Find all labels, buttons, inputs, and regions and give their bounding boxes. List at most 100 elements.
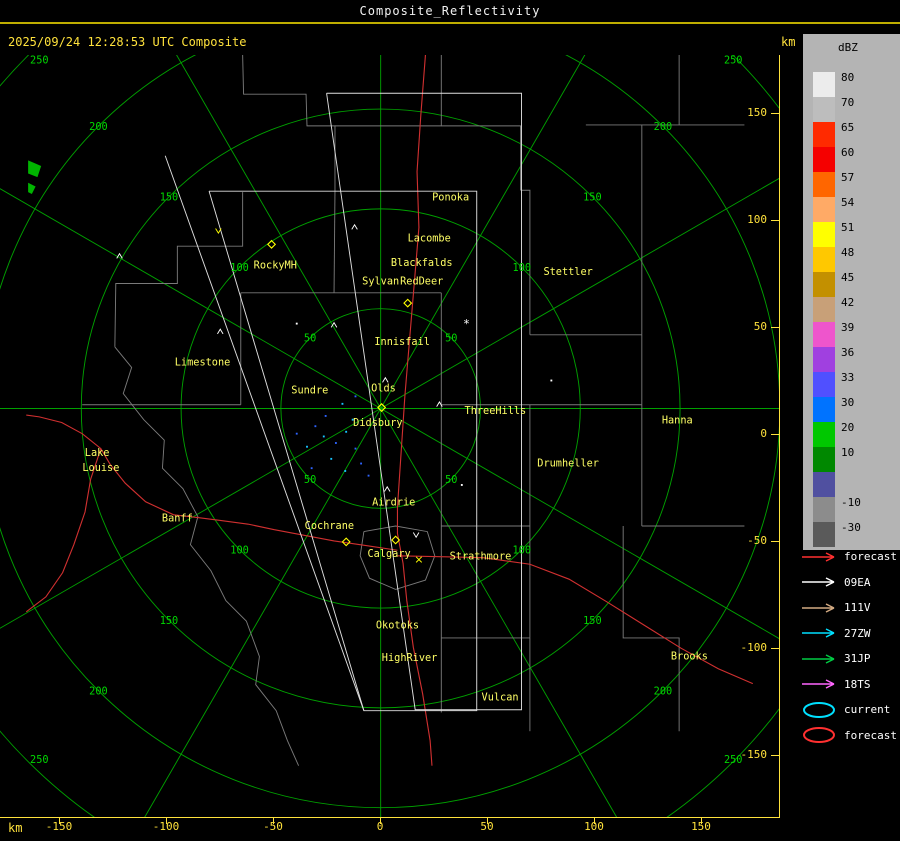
legend-arrow-icon (802, 628, 835, 638)
colorbar-segment (813, 322, 835, 347)
precip-echo-dot (354, 395, 357, 398)
legend-item-18TS: 18TS (800, 672, 900, 698)
range-ring-label: 150 (583, 192, 602, 204)
precip-echo-dot (360, 462, 363, 465)
city-label: RedDeer (400, 275, 443, 287)
legend-label: 111V (844, 601, 871, 615)
colorbar-segment (813, 247, 835, 272)
colorbar-value-label: 39 (841, 321, 855, 334)
range-ring-label: 250 (724, 55, 743, 66)
county-boundary-line (334, 55, 442, 127)
unit-label-top-right: km (781, 35, 796, 49)
colorbar-value-label: 70 (841, 96, 855, 109)
precip-echo-dot (310, 467, 313, 470)
legend-item-forecast: forecast (800, 544, 900, 570)
right-axis-tick (771, 434, 779, 435)
legend-arrow-icon (802, 603, 835, 613)
dot-marker (550, 379, 553, 382)
colorbar-segment (813, 472, 835, 497)
colorbar-value-label: -30 (841, 521, 861, 534)
legend-item-111V: 111V (800, 595, 900, 621)
precip-echo-dot (354, 447, 357, 450)
bottom-axis-tick (594, 817, 595, 824)
bottom-axis-tick (273, 817, 274, 824)
radial-line (0, 408, 381, 629)
bottom-axis-tick (487, 817, 488, 824)
city-label: Innisfail (374, 336, 430, 348)
radar-map[interactable]: 50 50 50 50 100 100 100 100 150 150 150 150 200 200 20… (0, 55, 780, 817)
range-ring-label: 200 (654, 121, 673, 133)
colorbar-value-label: 60 (841, 146, 855, 159)
right-axis-tick (771, 648, 779, 649)
range-ring-label: 100 (513, 262, 532, 274)
dot-marker (460, 484, 463, 486)
radar-app-window: Composite_Reflectivity 2025/09/24 12:28:… (0, 0, 900, 841)
city-label: Ponoka (432, 191, 469, 203)
colorbar-value-label: 80 (841, 71, 855, 84)
legend-label: 27ZW (844, 626, 871, 640)
highway-line (397, 555, 754, 685)
city-label: Cochrane (305, 520, 354, 532)
colorbar-value-label: 45 (841, 271, 855, 284)
colorbar-value-label: 33 (841, 371, 855, 384)
radial-line (380, 408, 618, 817)
range-ring-label: 150 (583, 615, 602, 627)
vee-marker (215, 228, 222, 235)
colorbar-segment (813, 122, 835, 147)
range-ring-label: 200 (89, 121, 108, 133)
city-label: Strathmore (450, 551, 512, 563)
colorbar-segment (813, 222, 835, 247)
asterisk-marker: * (463, 317, 470, 330)
precip-echo-dot (345, 430, 348, 433)
colorbar-value-label: 51 (841, 221, 855, 234)
city-label: Sylvan (362, 275, 399, 287)
right-axis-label: -50 (747, 534, 767, 547)
city-label: Blackfalds (391, 257, 453, 269)
precip-echo-dot (314, 425, 317, 428)
legend-label: 31JP (844, 652, 871, 666)
precip-echo-dot (341, 402, 344, 405)
colorbar-segment (813, 272, 835, 297)
precip-echo-patch (28, 160, 42, 178)
precip-echo-dot (322, 435, 325, 438)
legend-label: forecast (844, 550, 897, 564)
colorbar-segment (813, 172, 835, 197)
colorbar-value-label: 30 (841, 396, 855, 409)
city-label: Banff (162, 512, 193, 524)
city-label: Calgary (367, 548, 410, 560)
city-label: Stettler (543, 266, 592, 278)
legend-item-27ZW: 27ZW (800, 621, 900, 647)
city-label: RockyMH (254, 260, 297, 272)
city-label: Olds (371, 383, 396, 395)
legend-label: 18TS (844, 677, 871, 691)
legend-item-09EA: 09EA (800, 570, 900, 596)
right-axis-tick (771, 220, 779, 221)
right-axis-label: 150 (747, 106, 767, 119)
range-ring-label: 50 (304, 474, 316, 486)
legend-arrow-icon (802, 679, 835, 689)
bottom-axis-tick (166, 817, 167, 824)
precip-echo-dot (306, 445, 308, 448)
city-label: Hanna (662, 414, 693, 426)
colorbar-segment (813, 97, 835, 122)
dot-marker (295, 322, 298, 325)
colorbar-segment (813, 372, 835, 397)
radial-line (176, 55, 382, 409)
city-label: Airdrie (372, 496, 415, 508)
legend-item-current: current (800, 697, 900, 723)
colorbar-segment (813, 447, 835, 472)
city-label: Louise (82, 462, 119, 474)
range-ring-label: 50 (445, 474, 457, 486)
window-title: Composite_Reflectivity (359, 4, 541, 18)
city-label: Lake (85, 447, 110, 459)
vee-marker (412, 532, 420, 539)
colorbar-segment (813, 147, 835, 172)
legend-label: current (844, 703, 891, 717)
right-axis-line (779, 55, 780, 818)
city-label: Brooks (671, 650, 708, 662)
right-axis-tick (771, 113, 779, 114)
colorbar-value-label: 48 (841, 246, 855, 259)
colorbar-segment (813, 422, 835, 447)
datetime-label: 2025/09/24 12:28:53 UTC Composite (8, 35, 247, 49)
colorbar-segment (813, 397, 835, 422)
